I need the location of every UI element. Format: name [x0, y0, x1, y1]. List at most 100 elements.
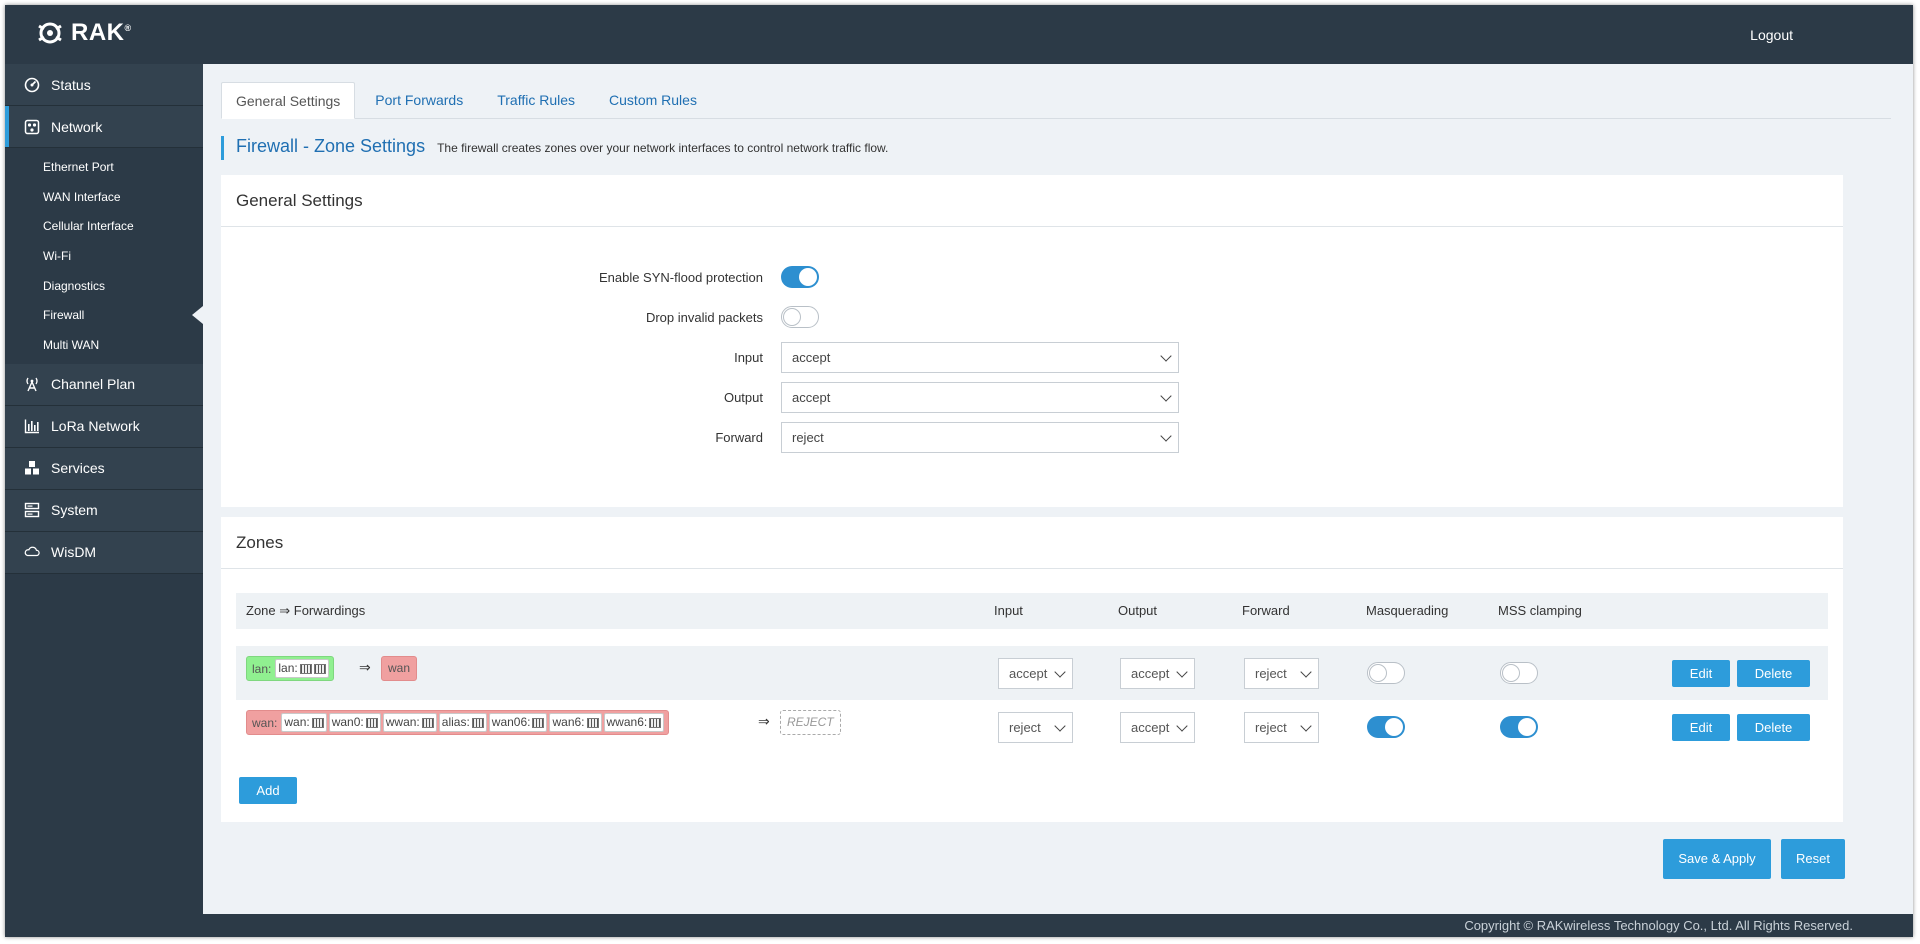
- zone-input-select[interactable]: accept: [998, 658, 1073, 689]
- submenu-ethernet-port[interactable]: Ethernet Port: [5, 152, 203, 182]
- panel-heading: Zones: [221, 517, 1843, 569]
- tab-general-settings[interactable]: General Settings: [221, 82, 356, 119]
- delete-button[interactable]: Delete: [1737, 660, 1810, 687]
- output-policy-select[interactable]: accept: [781, 382, 1179, 413]
- masquerading-toggle[interactable]: [1367, 662, 1405, 684]
- delete-button[interactable]: Delete: [1737, 714, 1810, 741]
- edit-button[interactable]: Edit: [1672, 714, 1730, 741]
- chevron-down-icon: [1300, 665, 1312, 678]
- interface-badge: wan06:: [488, 713, 548, 732]
- logout-link[interactable]: Logout: [1750, 27, 1793, 43]
- zone-wan-badge[interactable]: wan: wan: wan0: wwan: alias: wan06: wan6…: [246, 710, 670, 735]
- zones-panel: Zones Zone ⇒ Forwardings Input Output Fo…: [221, 517, 1843, 822]
- sidebar-item-system[interactable]: System: [5, 489, 203, 532]
- submenu-multi-wan[interactable]: Multi WAN: [5, 330, 203, 360]
- ethernet-icon: [299, 663, 312, 674]
- zone-forward-select[interactable]: reject: [1244, 712, 1319, 743]
- submenu-wifi[interactable]: Wi-Fi: [5, 241, 203, 271]
- submenu-firewall[interactable]: Firewall: [5, 300, 203, 330]
- tab-custom-rules[interactable]: Custom Rules: [595, 82, 711, 119]
- cubes-icon: [23, 459, 41, 477]
- table-row: wan: wan: wan0: wwan: alias: wan06: wan6…: [236, 700, 1828, 754]
- interface-badge: wan0:: [328, 713, 381, 732]
- mss-clamping-toggle[interactable]: [1500, 662, 1538, 684]
- page-description: The firewall creates zones over your net…: [437, 141, 889, 155]
- col-output: Output: [1118, 603, 1158, 618]
- top-bar: RAK® Logout: [5, 5, 1913, 64]
- sidebar-item-status[interactable]: Status: [5, 64, 203, 106]
- output-label: Output: [723, 390, 763, 405]
- wifi-icon: [313, 663, 326, 674]
- table-row: lan: lan: ⇒ wan accept accept reject Edi…: [236, 646, 1828, 700]
- mss-clamping-toggle[interactable]: [1500, 716, 1538, 738]
- server-icon: [23, 501, 41, 519]
- add-zone-button[interactable]: Add: [239, 777, 297, 804]
- forward-label: Forward: [715, 430, 763, 445]
- copyright-text: Copyright © RAKwireless Technology Co., …: [1464, 918, 1853, 933]
- sidebar-item-wisdm[interactable]: WisDM: [5, 531, 203, 574]
- forward-arrow: ⇒: [359, 659, 371, 675]
- chevron-down-icon: [1160, 349, 1172, 362]
- brand-logo: RAK®: [35, 18, 132, 48]
- sidebar-item-label: Channel Plan: [51, 376, 136, 393]
- chevron-down-icon: [1054, 719, 1066, 732]
- save-apply-button[interactable]: Save & Apply: [1663, 839, 1771, 879]
- tab-traffic-rules[interactable]: Traffic Rules: [483, 82, 589, 119]
- chevron-down-icon: [1300, 719, 1312, 732]
- sidebar: Status Network Ethernet Port WAN Interfa…: [5, 64, 203, 914]
- antenna-icon: [23, 375, 41, 393]
- drop-invalid-label: Drop invalid packets: [645, 309, 763, 325]
- syn-flood-toggle[interactable]: [781, 266, 819, 288]
- col-zone-forwardings: Zone ⇒ Forwardings: [246, 603, 366, 618]
- interface-badge: alias:: [438, 713, 487, 732]
- ethernet-icon: [365, 717, 378, 728]
- ethernet-icon: [311, 717, 324, 728]
- interface-badge: wwan6:: [603, 713, 665, 732]
- input-label: Input: [734, 350, 763, 365]
- footer: Copyright © RAKwireless Technology Co., …: [5, 914, 1913, 937]
- submenu-diagnostics[interactable]: Diagnostics: [5, 271, 203, 301]
- edit-button[interactable]: Edit: [1672, 660, 1730, 687]
- sidebar-item-label: Network: [51, 118, 103, 135]
- zone-output-select[interactable]: accept: [1120, 658, 1195, 689]
- sidebar-item-label: Status: [51, 76, 91, 93]
- sidebar-item-network[interactable]: Network: [5, 106, 203, 148]
- ethernet-icon: [532, 717, 545, 728]
- network-icon: [23, 118, 41, 136]
- sidebar-item-services[interactable]: Services: [5, 447, 203, 490]
- drop-invalid-toggle[interactable]: [781, 306, 819, 328]
- forward-row: Forward reject: [481, 422, 1179, 453]
- col-masquerading: Masquerading: [1366, 603, 1449, 618]
- input-policy-select[interactable]: accept: [781, 342, 1179, 373]
- forward-target-wan: wan: [381, 656, 418, 681]
- interface-badge: wan6:: [549, 713, 602, 732]
- ethernet-icon: [421, 717, 434, 728]
- output-row: Output accept: [481, 382, 1179, 413]
- chevron-down-icon: [1176, 719, 1188, 732]
- sidebar-item-label: Services: [51, 460, 105, 477]
- submenu-wan-interface[interactable]: WAN Interface: [5, 182, 203, 212]
- sidebar-item-channel-plan[interactable]: Channel Plan: [5, 363, 203, 406]
- general-settings-panel: General Settings Enable SYN-flood protec…: [221, 175, 1843, 507]
- forward-target-reject: REJECT: [780, 710, 841, 735]
- panel-heading: General Settings: [221, 175, 1843, 227]
- zone-input-select[interactable]: reject: [998, 712, 1073, 743]
- sidebar-item-label: WisDM: [51, 544, 97, 561]
- page-header: Firewall - Zone Settings The firewall cr…: [221, 136, 888, 160]
- zone-forward-select[interactable]: reject: [1244, 658, 1319, 689]
- gauge-icon: [23, 76, 41, 94]
- input-row: Input accept: [481, 342, 1179, 373]
- submenu-cellular-interface[interactable]: Cellular Interface: [5, 211, 203, 241]
- reset-button[interactable]: Reset: [1781, 839, 1845, 879]
- syn-flood-label: Enable SYN-flood protection: [598, 269, 763, 285]
- tab-port-forwards[interactable]: Port Forwards: [361, 82, 477, 119]
- page-title: Firewall - Zone Settings: [236, 136, 426, 156]
- zone-lan-badge[interactable]: lan: lan:: [246, 656, 334, 681]
- zones-table-header: Zone ⇒ Forwardings Input Output Forward …: [236, 593, 1828, 629]
- chevron-down-icon: [1160, 389, 1172, 402]
- forward-policy-select[interactable]: reject: [781, 422, 1179, 453]
- sidebar-item-lora-network[interactable]: LoRa Network: [5, 405, 203, 448]
- ethernet-icon: [471, 717, 484, 728]
- zone-output-select[interactable]: accept: [1120, 712, 1195, 743]
- masquerading-toggle[interactable]: [1367, 716, 1405, 738]
